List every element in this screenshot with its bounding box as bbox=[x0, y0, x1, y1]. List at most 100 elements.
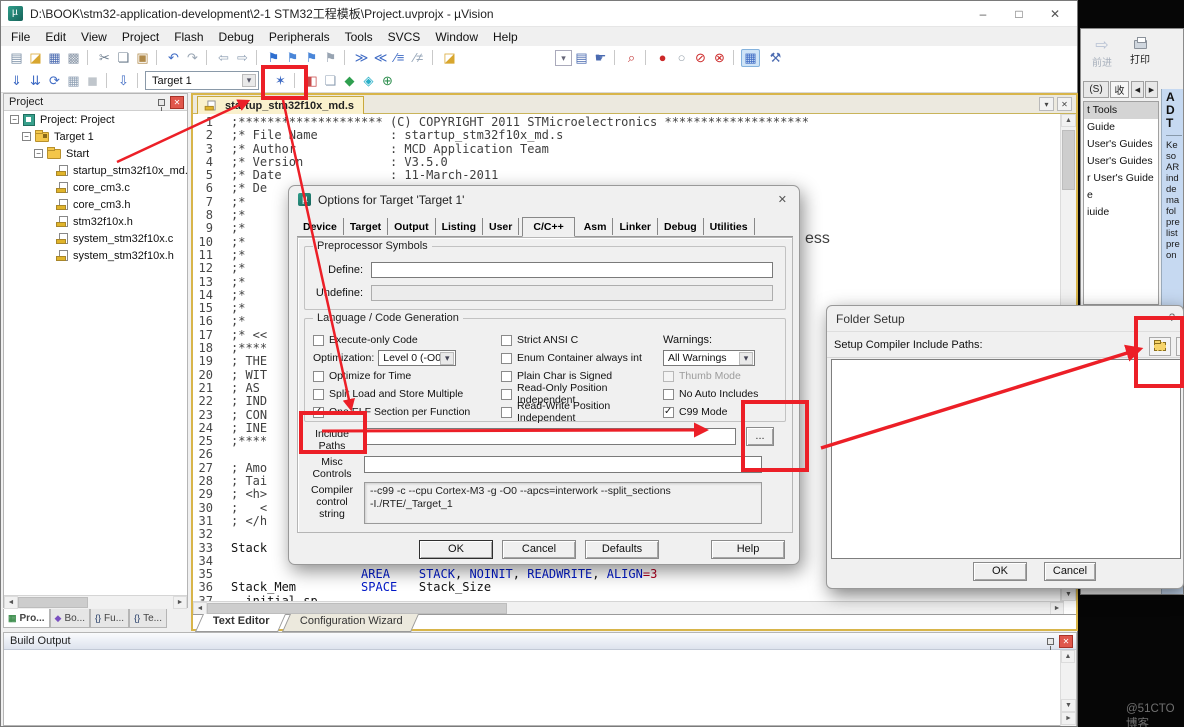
delete-folder-button[interactable] bbox=[1176, 337, 1184, 356]
project-hscrollbar[interactable]: ◄ ► bbox=[4, 595, 187, 608]
checkbox-c99-mode[interactable]: C99 Mode bbox=[663, 403, 781, 421]
bookmark-next-icon[interactable]: ⚑ bbox=[302, 49, 321, 67]
help-forward-button[interactable]: ⇨ 前进 bbox=[1085, 33, 1119, 73]
run-to-cursor-icon[interactable]: ☛ bbox=[591, 49, 610, 67]
options-for-target-icon[interactable]: ✶ bbox=[271, 72, 290, 90]
doc-mode-tab-text-editor[interactable]: Text Editor bbox=[195, 614, 286, 632]
cancel-button[interactable]: Cancel bbox=[1044, 562, 1096, 581]
document-tab[interactable]: startup_stm32f10x_md.s bbox=[197, 96, 364, 114]
tree-expander-icon[interactable]: − bbox=[22, 132, 31, 141]
breakpoint-insert-icon[interactable]: ● bbox=[653, 49, 672, 67]
menu-view[interactable]: View bbox=[81, 30, 107, 44]
menu-tools[interactable]: Tools bbox=[345, 30, 373, 44]
scroll-right-icon[interactable]: ► bbox=[1061, 712, 1076, 725]
checkbox-no-auto-includes[interactable]: No Auto Includes bbox=[663, 385, 781, 403]
select-device-icon[interactable]: ◈ bbox=[359, 72, 378, 90]
batch-build-icon[interactable]: ▦ bbox=[64, 72, 83, 90]
tab-list-dropdown-icon[interactable]: ▾ bbox=[1039, 97, 1054, 111]
tab-asm[interactable]: Asm bbox=[578, 218, 614, 235]
checkbox-split-load-and-store-multiple[interactable]: Split Load and Store Multiple bbox=[313, 385, 495, 403]
help-tree-item[interactable]: r User's Guide bbox=[1084, 170, 1158, 187]
doc-mode-tab-configuration-wizard[interactable]: Configuration Wizard bbox=[282, 614, 419, 632]
tree-item-project-project[interactable]: −Project: Project bbox=[4, 111, 187, 128]
help-print-button[interactable]: 打印 bbox=[1123, 33, 1157, 73]
window-layout-icon[interactable]: ▦ bbox=[741, 49, 760, 67]
scroll-thumb[interactable] bbox=[18, 597, 88, 608]
tree-item-stm32f10x-h[interactable]: stm32f10x.h bbox=[4, 213, 187, 230]
tab-output[interactable]: Output bbox=[388, 218, 435, 235]
target-select[interactable]: Target 1 bbox=[145, 71, 259, 90]
menu-window[interactable]: Window bbox=[435, 30, 478, 44]
ok-button[interactable]: OK bbox=[419, 540, 493, 559]
navigate-forward-icon[interactable]: ⇨ bbox=[233, 49, 252, 67]
editor-hscrollbar[interactable]: ◄ ► bbox=[193, 601, 1064, 614]
redo-icon[interactable]: ↷ bbox=[183, 49, 202, 67]
tree-item-system-stm32f10x-c[interactable]: system_stm32f10x.c bbox=[4, 230, 187, 247]
tree-item-core-cm3-h[interactable]: core_cm3.h bbox=[4, 196, 187, 213]
tree-item-core-cm3-c[interactable]: core_cm3.c bbox=[4, 179, 187, 196]
tab-scroll-left-icon[interactable]: ◀ bbox=[1131, 81, 1144, 98]
manage-rte-icon[interactable]: ◧ bbox=[302, 72, 321, 90]
panel-close-icon[interactable]: ✕ bbox=[170, 96, 184, 109]
scroll-right-icon[interactable]: ► bbox=[173, 596, 187, 609]
uncomment-icon[interactable]: ∕≠ bbox=[409, 49, 428, 67]
tab-scroll-right-icon[interactable]: ▶ bbox=[1145, 81, 1158, 98]
panel-close-icon[interactable]: ✕ bbox=[1059, 635, 1073, 648]
minimize-button[interactable]: – bbox=[965, 1, 1001, 27]
tab-device[interactable]: Device bbox=[297, 218, 344, 235]
tree-item-start[interactable]: −Start bbox=[4, 145, 187, 162]
menu-project[interactable]: Project bbox=[122, 30, 159, 44]
bookmark-prev-icon[interactable]: ⚑ bbox=[283, 49, 302, 67]
undo-icon[interactable]: ↶ bbox=[164, 49, 183, 67]
bookmark-clear-icon[interactable]: ⚑ bbox=[321, 49, 340, 67]
books-icon[interactable]: ⊕ bbox=[378, 72, 397, 90]
translate-file-icon[interactable]: ⇓ bbox=[7, 72, 26, 90]
tab-listing[interactable]: Listing bbox=[436, 218, 483, 235]
panel-tab-fu[interactable]: {}Fu... bbox=[90, 609, 129, 628]
tree-item-system-stm32f10x-h[interactable]: system_stm32f10x.h bbox=[4, 247, 187, 264]
indent-icon[interactable]: ≫ bbox=[352, 49, 371, 67]
checkbox-one-elf-section-per-function[interactable]: One ELF Section per Function bbox=[313, 403, 495, 421]
save-icon[interactable]: ▦ bbox=[45, 49, 64, 67]
new-folder-button[interactable] bbox=[1149, 337, 1171, 356]
tab-linker[interactable]: Linker bbox=[613, 218, 658, 235]
outdent-icon[interactable]: ≪ bbox=[371, 49, 390, 67]
close-button[interactable]: ✕ bbox=[1037, 1, 1073, 27]
menu-debug[interactable]: Debug bbox=[219, 30, 254, 44]
toolbar-dropdown[interactable] bbox=[555, 50, 572, 66]
tab-c-c[interactable]: C/C++ bbox=[522, 217, 574, 237]
cancel-button[interactable]: Cancel bbox=[502, 540, 576, 559]
menu-peripherals[interactable]: Peripherals bbox=[269, 30, 330, 44]
tree-expander-icon[interactable]: − bbox=[10, 115, 19, 124]
help-tree-item[interactable]: t Tools bbox=[1084, 102, 1158, 119]
config-wizard-icon[interactable]: ◪ bbox=[440, 49, 459, 67]
help-tree-item[interactable]: Guide bbox=[1084, 119, 1158, 136]
help-icon[interactable]: ? bbox=[1169, 312, 1175, 324]
navigate-back-icon[interactable]: ⇦ bbox=[214, 49, 233, 67]
menu-file[interactable]: File bbox=[11, 30, 30, 44]
rebuild-all-icon[interactable]: ⟳ bbox=[45, 72, 64, 90]
stop-build-icon[interactable]: ◼ bbox=[83, 72, 102, 90]
panel-tab-bo[interactable]: ◆Bo... bbox=[50, 609, 91, 628]
checkbox-optimize-for-time[interactable]: Optimize for Time bbox=[313, 367, 495, 385]
scroll-up-icon[interactable]: ▲ bbox=[1061, 114, 1076, 127]
scroll-down-icon[interactable]: ▼ bbox=[1061, 588, 1076, 601]
tree-item-startup-stm32f10x-md-s[interactable]: startup_stm32f10x_md.s bbox=[4, 162, 187, 179]
configure-tools-icon[interactable]: ⚒ bbox=[766, 49, 785, 67]
manage-components-icon[interactable]: ◆ bbox=[340, 72, 359, 90]
checkbox-execute-only-code[interactable]: Execute-only Code bbox=[313, 331, 495, 349]
breakpoint-kill-icon[interactable]: ⊗ bbox=[710, 49, 729, 67]
tab-target[interactable]: Target bbox=[344, 218, 388, 235]
comment-icon[interactable]: ∕≡ bbox=[390, 49, 409, 67]
dialog-close-icon[interactable]: ✕ bbox=[778, 193, 787, 206]
multi-project-icon[interactable]: ❏ bbox=[321, 72, 340, 90]
tab-utilities[interactable]: Utilities bbox=[704, 218, 755, 235]
tree-expander-icon[interactable]: − bbox=[34, 149, 43, 158]
maximize-button[interactable]: □ bbox=[1001, 1, 1037, 27]
open-folder-icon[interactable]: ◪ bbox=[26, 49, 45, 67]
dropdown-optimization[interactable]: Level 0 (-O0) bbox=[378, 350, 456, 366]
scroll-thumb[interactable] bbox=[207, 603, 507, 614]
build-icon[interactable]: ⇊ bbox=[26, 72, 45, 90]
panel-tab-te[interactable]: {}Te... bbox=[129, 609, 167, 628]
tab-debug[interactable]: Debug bbox=[658, 218, 704, 235]
